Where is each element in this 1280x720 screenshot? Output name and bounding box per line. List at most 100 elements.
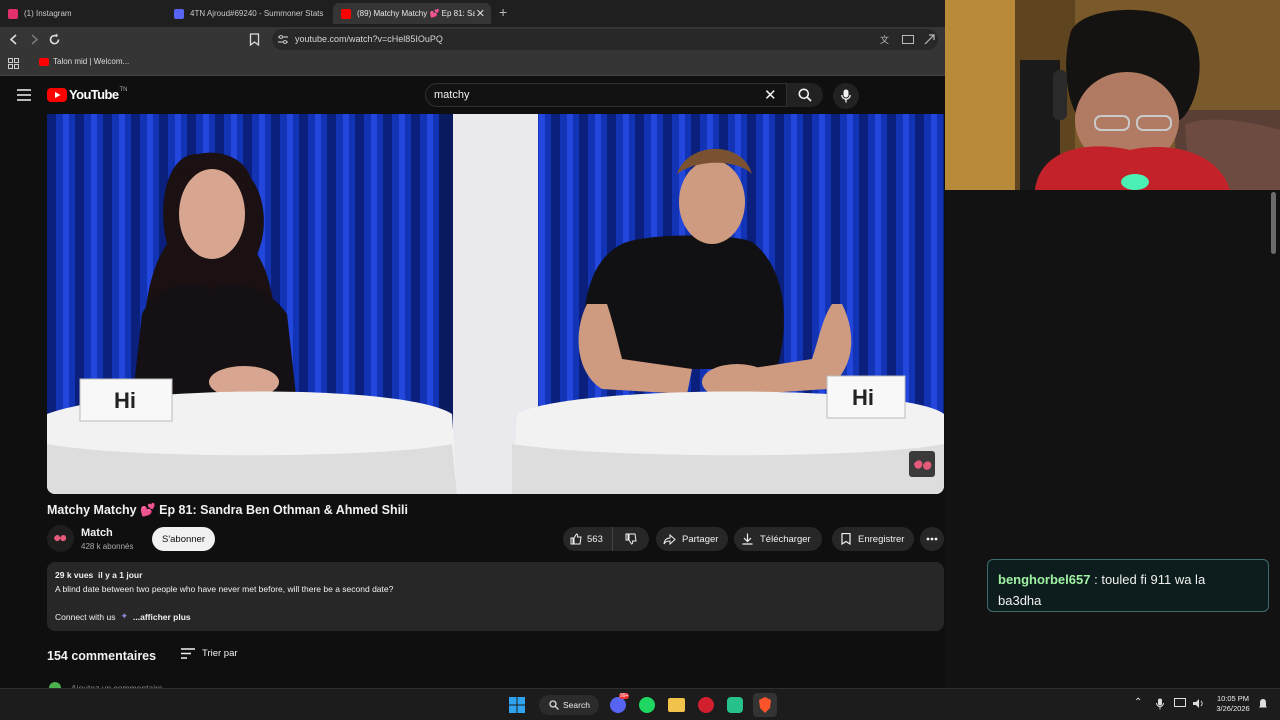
op-gg-icon — [174, 8, 184, 19]
youtube-logo-icon — [47, 87, 67, 102]
apps-grid-icon[interactable] — [8, 58, 19, 69]
reload-icon[interactable] — [48, 33, 61, 46]
show-more-link[interactable]: ...afficher plus — [133, 612, 191, 622]
logo-country-code: TN — [119, 87, 128, 93]
comments-count: 154 commentaires — [47, 649, 157, 663]
taskbar-search-label: Search — [563, 700, 590, 710]
tab-title: (89) Matchy Matchy 💕 Ep 81: Sandra — [357, 9, 475, 18]
volume-icon[interactable] — [1192, 698, 1204, 709]
description-text: A blind date between two people who have… — [55, 584, 394, 594]
save-playlist-icon — [841, 533, 851, 545]
forward-icon[interactable] — [29, 34, 40, 45]
tab-instagram[interactable]: (1) Instagram — [0, 3, 165, 24]
youtube-favicon-icon — [341, 8, 351, 19]
share-label: Partager — [682, 533, 719, 545]
hamburger-menu-icon[interactable] — [17, 89, 31, 101]
clock-date: 3/26/2026 — [1216, 704, 1250, 713]
share-page-icon[interactable] — [924, 34, 935, 45]
file-explorer-icon[interactable] — [668, 698, 685, 712]
sort-comments-button[interactable]: Trier par — [181, 648, 238, 659]
like-button[interactable]: 563 — [563, 527, 613, 551]
dns-app-icon[interactable] — [698, 697, 714, 713]
clear-search-icon[interactable]: ✕ — [764, 86, 777, 104]
match-logo-icon — [54, 535, 67, 542]
chat-username: benghorbel657 — [998, 572, 1091, 587]
app-icon-green[interactable] — [727, 697, 743, 713]
chevron-up-icon[interactable]: ⌃ — [1134, 697, 1142, 708]
description-box[interactable]: 29 k vues il y a 1 jour A blind date bet… — [47, 562, 944, 631]
bookmark-icon[interactable] — [249, 33, 260, 46]
subscribe-button[interactable]: S'abonner — [152, 527, 215, 551]
search-value: matchy — [434, 89, 470, 101]
like-dislike-group: 563 — [563, 527, 649, 551]
sparkle-icon: ✦ — [120, 611, 129, 621]
new-tab-button[interactable]: + — [499, 4, 507, 20]
stream-chat-message: benghorbel657 : touled fi 911 wa la ba3d… — [987, 559, 1269, 612]
chat-message-line2: ba3dha — [998, 593, 1042, 608]
cast-icon[interactable] — [902, 35, 914, 44]
like-count: 563 — [587, 533, 603, 545]
spotify-icon[interactable] — [639, 697, 655, 713]
clock-time: 10:05 PM — [1216, 694, 1250, 703]
bookmark-talon[interactable]: Talon mid | Welcom... — [39, 57, 129, 66]
description-links: Connect with us ✦ ...afficher plus — [55, 611, 191, 622]
site-info-icon[interactable] — [278, 35, 288, 44]
youtube-logo[interactable]: YouTube TN — [47, 87, 127, 102]
chat-separator: : — [1094, 572, 1098, 587]
download-label: Télécharger — [760, 533, 811, 545]
bookmark-label: Talon mid | Welcom... — [53, 57, 130, 66]
thumbs-up-icon — [570, 533, 582, 545]
tab-close-icon[interactable]: ✕ — [476, 7, 485, 20]
discord-icon[interactable]: 99+ — [610, 693, 630, 713]
tab-title: (1) Instagram — [24, 9, 72, 18]
search-icon — [798, 88, 812, 102]
sort-icon — [181, 648, 195, 659]
dislike-button[interactable] — [613, 527, 649, 551]
search-button[interactable] — [787, 83, 823, 107]
brave-icon — [759, 697, 771, 713]
share-button[interactable]: Partager — [656, 527, 728, 551]
windows-taskbar: Search 99+ ⌃ 10:05 PM 3/26/2026 — [0, 688, 1280, 720]
right-empty-panel — [945, 190, 1280, 688]
more-horizontal-icon — [926, 537, 938, 541]
save-button[interactable]: Enregistrer — [832, 527, 914, 551]
card-right-text: Hi — [852, 385, 874, 410]
youtube-header: YouTube TN matchy ✕ — [0, 76, 945, 114]
taskbar-search[interactable]: Search — [539, 695, 599, 715]
scrollbar-thumb[interactable] — [1271, 192, 1276, 254]
logo-text: YouTube — [69, 87, 119, 102]
subscriber-count: 428 k abonnés — [81, 542, 134, 551]
translate-icon[interactable]: 文 — [880, 33, 889, 46]
webcam-overlay — [945, 0, 1280, 190]
brave-browser-active[interactable] — [753, 693, 777, 717]
chat-message-body: benghorbel657 : touled fi 911 wa la ba3d… — [998, 569, 1205, 611]
video-player[interactable]: Hi Hi — [47, 114, 944, 494]
thumbs-down-icon — [625, 533, 637, 545]
search-icon — [549, 700, 559, 710]
save-label: Enregistrer — [858, 533, 905, 545]
more-actions-button[interactable] — [920, 527, 944, 551]
download-button[interactable]: Télécharger — [734, 527, 822, 551]
bookmarks-bar: Talon mid | Welcom... — [0, 52, 945, 76]
microphone-icon[interactable] — [1156, 698, 1164, 710]
browser-tab-bar: (1) Instagram 4TN Ajroud#69240 - Summone… — [0, 0, 945, 27]
channel-name[interactable]: Match — [81, 527, 113, 539]
microphone-icon — [841, 89, 851, 103]
webcam-feed — [945, 0, 1280, 190]
tab-youtube-matchy[interactable]: (89) Matchy Matchy 💕 Ep 81: Sandra ✕ — [333, 3, 491, 24]
clock[interactable]: 10:05 PM 3/26/2026 — [1212, 694, 1254, 714]
search-input[interactable]: matchy ✕ — [425, 83, 787, 107]
view-count-date: 29 k vues il y a 1 jour — [55, 570, 143, 580]
voice-search-button[interactable] — [833, 83, 859, 109]
network-icon[interactable] — [1174, 698, 1186, 709]
share-icon — [663, 533, 676, 545]
instagram-icon — [8, 8, 18, 19]
tab-summoner-stats[interactable]: 4TN Ajroud#69240 - Summoner Stats — [166, 3, 331, 24]
notification-bell-icon[interactable] — [1258, 698, 1268, 710]
channel-avatar[interactable] — [47, 525, 74, 552]
back-icon[interactable] — [9, 34, 20, 45]
video-title: Matchy Matchy 💕 Ep 81: Sandra Ben Othman… — [47, 503, 408, 517]
tab-title: 4TN Ajroud#69240 - Summoner Stats — [190, 9, 324, 18]
windows-start-icon[interactable] — [509, 697, 525, 713]
url-field[interactable]: youtube.com/watch?v=cHel85IOuPQ 文 — [272, 29, 938, 50]
